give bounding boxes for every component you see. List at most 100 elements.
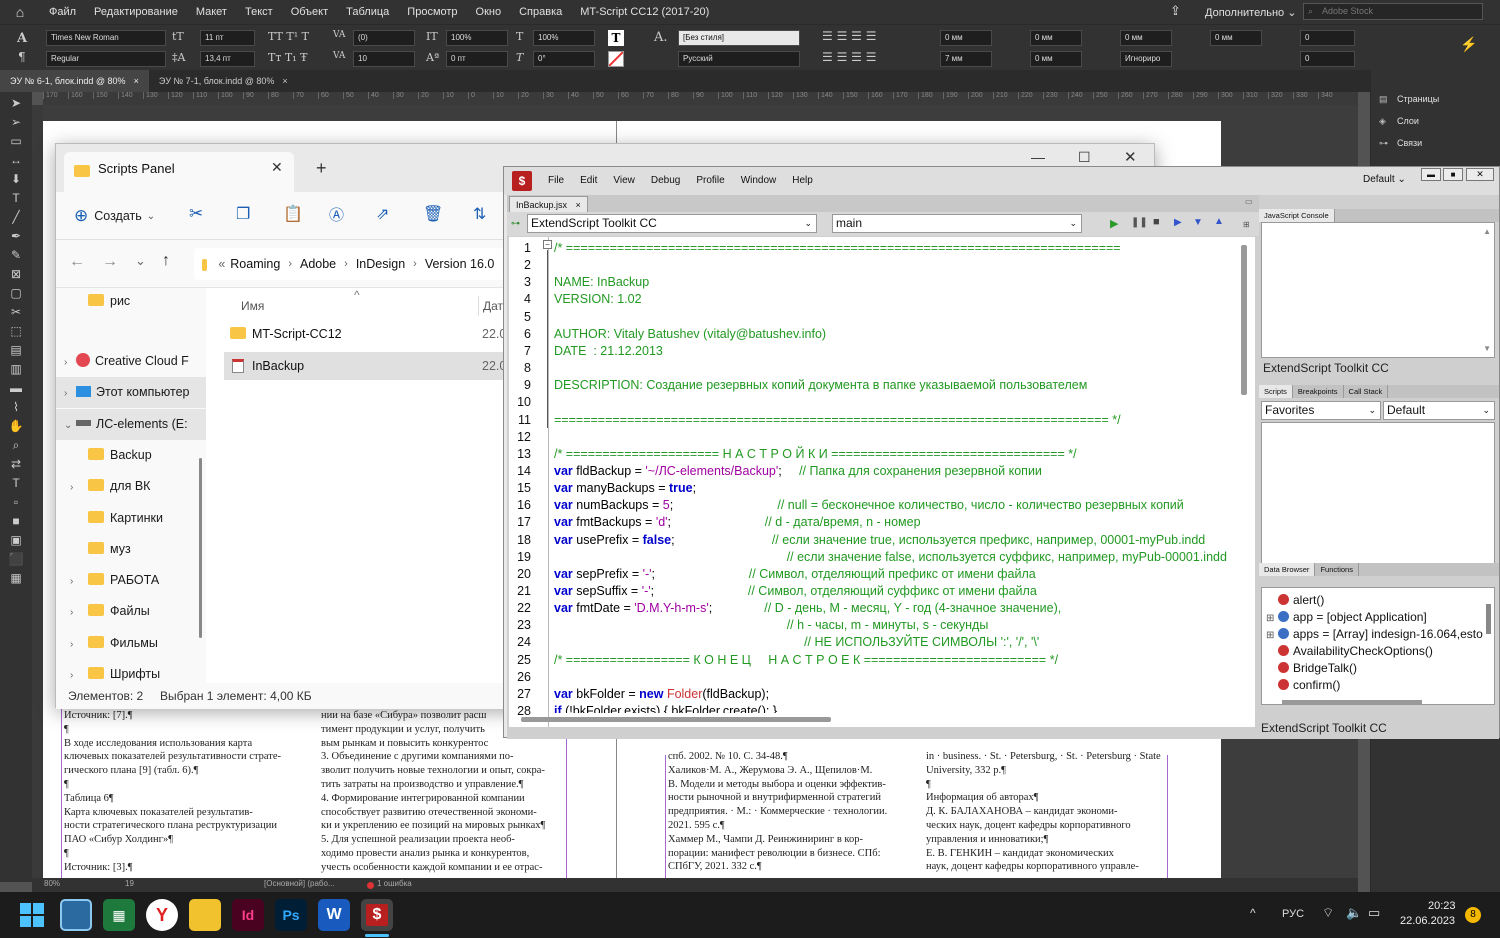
run-icon[interactable]: ▶	[1110, 217, 1118, 230]
doc-column-4[interactable]: in · business. · St. · Petersburg, · St.…	[926, 750, 1166, 874]
space-after-field[interactable]: 0 мм	[1210, 30, 1262, 46]
view-mode-icon[interactable]: ▦	[0, 569, 32, 588]
copy-icon[interactable]: ❐	[236, 204, 250, 224]
zoom-level[interactable]: 80%	[44, 879, 60, 888]
data-vscrollbar[interactable]	[1486, 604, 1491, 634]
rectangle-tool-icon[interactable]: ▢	[0, 284, 32, 303]
fill-color-swatch[interactable]: T	[608, 30, 624, 46]
space-before-field[interactable]: 0 мм	[1120, 30, 1172, 46]
page-number[interactable]: 19	[125, 879, 134, 888]
rename-icon[interactable]: Ⓐ	[329, 204, 344, 225]
tab-breakpoints[interactable]: Breakpoints	[1293, 385, 1344, 398]
zoom-tool-icon[interactable]: ⌕	[0, 436, 32, 455]
close-tab-icon[interactable]: ✕	[271, 159, 283, 176]
vertical-scale-field[interactable]: 100%	[446, 30, 508, 46]
left-indent-field[interactable]: 0 мм	[940, 30, 992, 46]
step-out-icon[interactable]: ▲	[1214, 216, 1224, 227]
tracking-field[interactable]: 10	[353, 51, 415, 67]
horizontal-scale-field[interactable]: 100%	[533, 30, 595, 46]
word-app-icon[interactable]: W	[318, 899, 350, 931]
nav-scrollbar[interactable]	[199, 458, 202, 638]
indesign-app-icon[interactable]: Id	[232, 899, 264, 931]
nav-item[interactable]: рис	[56, 286, 206, 317]
code-hscrollbar[interactable]	[521, 717, 831, 722]
hyphenation-select[interactable]: Игнориро	[1120, 51, 1172, 67]
right-indent-field[interactable]: 0 мм	[1030, 30, 1082, 46]
menu-item[interactable]: Просмотр	[398, 0, 466, 24]
rectangle-frame-tool-icon[interactable]: ⊠	[0, 265, 32, 284]
share-icon[interactable]: ⇪	[1170, 3, 1181, 19]
volume-icon[interactable]: 🔈	[1346, 905, 1362, 921]
character-style-select[interactable]: [Без стиля]	[678, 30, 800, 46]
estk-close-icon[interactable]: ✕	[1466, 168, 1494, 181]
estk-menu-item[interactable]: Edit	[572, 167, 605, 195]
menu-item[interactable]: MT-Script CC12 (2017-20)	[571, 0, 718, 24]
code-editor[interactable]: 1 2 3 4 5 6 7 8 9 10 11 12 13 14 15 16 17 18 19 20 21 22 23 24 2…	[509, 237, 1255, 727]
estk-menu-item[interactable]: Window	[733, 167, 785, 195]
minimize-icon[interactable]: —	[1031, 149, 1045, 165]
home-icon[interactable]: ⌂	[0, 4, 40, 20]
file-explorer-app-icon[interactable]	[189, 899, 221, 931]
character-mode-icon[interactable]: A	[17, 31, 27, 46]
menu-item[interactable]: Окно	[467, 0, 511, 24]
kerning-field[interactable]: (0)	[353, 30, 415, 46]
new-tab-icon[interactable]: +	[316, 158, 327, 179]
data-browser-row[interactable]: AvailabilityCheckOptions()	[1266, 644, 1433, 658]
tab-call-stack[interactable]: Call Stack	[1344, 385, 1389, 398]
type-tool-icon[interactable]: T	[0, 189, 32, 208]
up-icon[interactable]: ↑	[162, 252, 170, 270]
data-browser-row[interactable]: alert()	[1266, 593, 1324, 607]
back-icon[interactable]: ←	[69, 253, 85, 271]
menu-item[interactable]: Макет	[187, 0, 236, 24]
last-line-indent-field[interactable]: 0 мм	[1030, 51, 1082, 67]
doc-column-3[interactable]: спб. 2002. № 10. С. 34-48.¶ Халиков·М. А.…	[668, 750, 911, 874]
close-icon[interactable]: ×	[134, 76, 139, 86]
stock-search-input[interactable]: ⌕ Adobe Stock	[1303, 3, 1483, 20]
data-browser-row[interactable]: ⊞ apps = [Array] indesign-16.064,esto	[1266, 627, 1483, 641]
scroll-up-icon[interactable]: ▲	[1483, 227, 1491, 236]
explorer-tab[interactable]: Scripts Panel ✕	[64, 152, 294, 192]
nav-item[interactable]: › Creative Cloud F	[56, 346, 206, 377]
expand-chevron-icon[interactable]: ›	[70, 566, 82, 596]
nav-item[interactable]: Backup	[56, 440, 206, 471]
workspace-switcher[interactable]: Дополнительно ⌄	[1205, 6, 1296, 19]
fill-stroke-icon[interactable]: T	[0, 474, 32, 493]
line-tool-icon[interactable]: ╱	[0, 208, 32, 227]
note-tool-icon[interactable]: ▬	[0, 379, 32, 398]
expand-chevron-icon[interactable]: ›	[64, 378, 76, 408]
paragraph-mode-icon[interactable]: ¶	[18, 50, 26, 64]
normal-mode-icon[interactable]: ■	[0, 512, 32, 531]
document-tab[interactable]: ЭУ № 6-1, блок.indd @ 80% ×	[0, 70, 149, 92]
drop-cap-lines-field[interactable]: 0	[1300, 30, 1355, 46]
maximize-icon[interactable]: ☐	[1078, 149, 1091, 166]
photoshop-app-icon[interactable]: Ps	[275, 899, 307, 931]
content-collector-icon[interactable]: ⬇	[0, 170, 32, 189]
pause-icon[interactable]: ❚❚	[1131, 217, 1148, 228]
estk-menu-item[interactable]: Help	[784, 167, 821, 195]
forward-icon[interactable]: →	[102, 253, 118, 271]
direct-selection-tool-icon[interactable]: ➢	[0, 113, 32, 132]
first-line-indent-field[interactable]: 7 мм	[940, 51, 992, 67]
paste-icon[interactable]: 📋	[283, 204, 303, 224]
close-window-icon[interactable]: ✕	[1124, 148, 1137, 166]
target-app-select[interactable]: ExtendScript Toolkit CC ⌄	[527, 214, 817, 233]
font-style-select[interactable]: Regular	[46, 51, 166, 67]
file-row[interactable]: MT-Script-CC12 22.0	[224, 320, 514, 348]
pencil-tool-icon[interactable]: ✎	[0, 246, 32, 265]
gap-tool-icon[interactable]: ↔	[0, 151, 32, 170]
close-icon[interactable]: ×	[576, 200, 581, 210]
tree-expand-icon[interactable]: ⊞	[1266, 613, 1278, 624]
font-family-select[interactable]: Times New Roman	[46, 30, 166, 46]
nav-item[interactable]: ⌄ ЛС-elements (E:	[56, 408, 206, 440]
notification-badge[interactable]: 8	[1465, 907, 1481, 923]
expand-chevron-icon[interactable]: ›	[70, 472, 82, 502]
estk-workspace-select[interactable]: Default ⌄	[1363, 174, 1406, 185]
wifi-icon[interactable]: ⌔	[1322, 905, 1334, 921]
menu-item[interactable]: Таблица	[337, 0, 398, 24]
nav-item[interactable]: Картинки	[56, 503, 206, 534]
align-left-icon[interactable]: ☰ ☰ ☰ ☰	[822, 29, 876, 43]
expand-chevron-icon[interactable]: ›	[70, 597, 82, 627]
preflight-errors[interactable]: 1 ошибка	[377, 879, 412, 888]
tab-menu-icon[interactable]: ▭	[1245, 197, 1253, 206]
file-row[interactable]: InBackup 22.0	[224, 352, 514, 380]
